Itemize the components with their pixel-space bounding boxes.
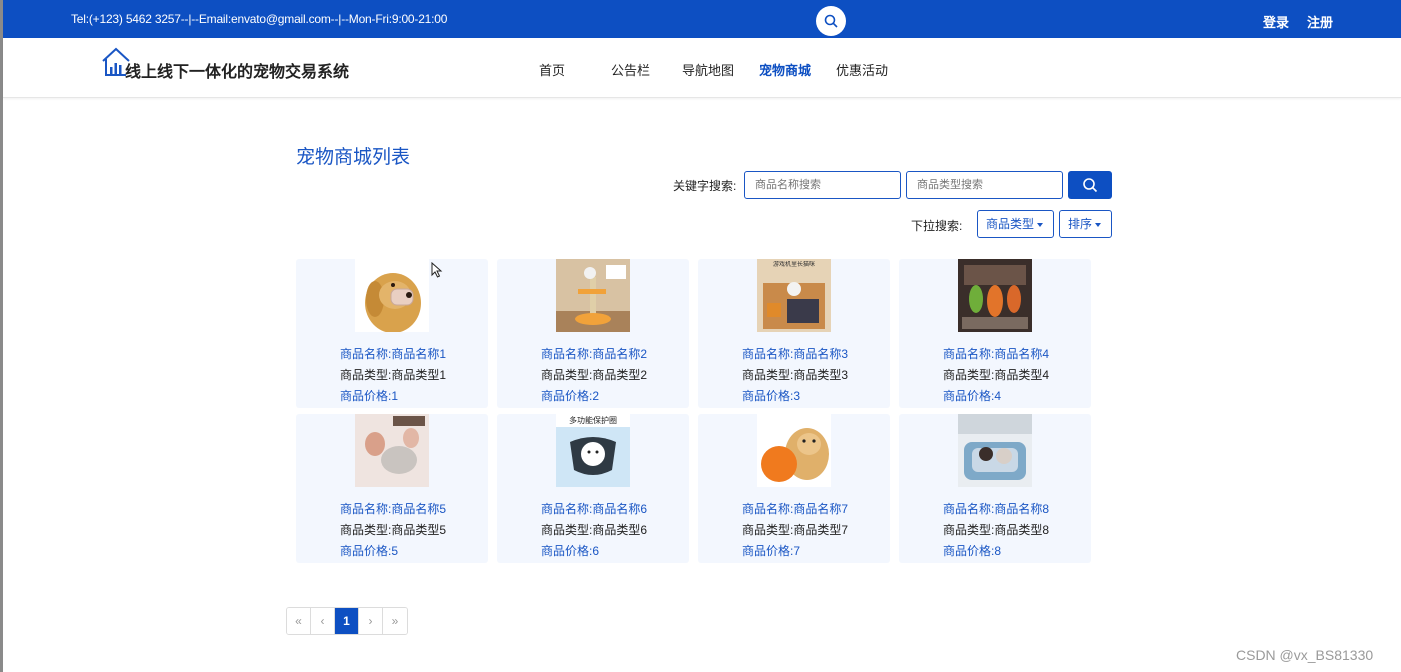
login-link[interactable]: 登录: [1263, 12, 1289, 31]
nav-pet-store[interactable]: 宠物商城: [759, 60, 811, 79]
top-bar: Tel:(+123) 5462 3257--|--Email:envato@gm…: [3, 0, 1401, 38]
product-type: 商品类型:商品类型3: [742, 368, 849, 382]
contact-info: Tel:(+123) 5462 3257--|--Email:envato@gm…: [71, 12, 448, 26]
mouse-pointer-icon: [431, 262, 443, 278]
page-title: 宠物商城列表: [296, 147, 411, 168]
product-name[interactable]: 商品名称:商品名称6: [541, 500, 647, 517]
product-type-dropdown-label: 商品类型: [986, 217, 1035, 231]
product-price: 商品价格:2: [541, 389, 600, 403]
product-image[interactable]: [958, 414, 1032, 487]
search-icon: [824, 14, 838, 28]
product-type-search-input[interactable]: [906, 171, 1063, 199]
pagination: « ‹ 1 › »: [286, 607, 408, 635]
product-type: 商品类型:商品类型8: [943, 523, 1050, 537]
product-image[interactable]: [958, 259, 1032, 332]
page-number-current[interactable]: 1: [335, 608, 359, 634]
product-name[interactable]: 商品名称:商品名称4: [943, 345, 1049, 362]
product-name[interactable]: 商品名称:商品名称5: [340, 500, 446, 517]
product-grid: 商品名称:商品名称1 商品类型:商品类型1 商品价格:1 商品名称:商品名称2 …: [296, 259, 1096, 565]
product-card[interactable]: 商品名称:商品名称8 商品类型:商品类型8 商品价格:8: [899, 414, 1091, 563]
nav-announcements[interactable]: 公告栏: [611, 60, 650, 79]
caret-down-icon: [1037, 222, 1044, 227]
product-name[interactable]: 商品名称:商品名称8: [943, 500, 1049, 517]
product-card[interactable]: 商品名称:商品名称4 商品类型:商品类型4 商品价格:4: [899, 259, 1091, 408]
product-image[interactable]: 多功能保护圈: [556, 414, 630, 487]
keyword-search-label: 关键字搜索:: [673, 179, 737, 193]
product-price: 商品价格:6: [541, 544, 600, 558]
product-image-caption: 游戏机里长猫咪: [772, 262, 815, 268]
product-type-dropdown[interactable]: 商品类型: [977, 210, 1054, 238]
search-button[interactable]: [1068, 171, 1112, 199]
product-price: 商品价格:7: [742, 544, 801, 558]
nav-promotions[interactable]: 优惠活动: [836, 60, 888, 79]
product-card[interactable]: 商品名称:商品名称1 商品类型:商品类型1 商品价格:1: [296, 259, 488, 408]
search-icon: [1083, 178, 1098, 193]
sort-dropdown-label: 排序: [1068, 217, 1093, 231]
product-name[interactable]: 商品名称:商品名称2: [541, 345, 647, 362]
product-price: 商品价格:5: [340, 544, 399, 558]
product-type: 商品类型:商品类型5: [340, 523, 447, 537]
product-type: 商品类型:商品类型4: [943, 368, 1050, 382]
last-page-button[interactable]: »: [383, 608, 407, 634]
caret-down-icon: [1095, 222, 1102, 227]
product-card[interactable]: 商品名称:商品名称5 商品类型:商品类型5 商品价格:5: [296, 414, 488, 563]
top-search-button[interactable]: [816, 6, 846, 36]
next-page-button[interactable]: ›: [359, 608, 383, 634]
product-image[interactable]: [355, 259, 429, 332]
product-card[interactable]: 商品名称:商品名称2 商品类型:商品类型2 商品价格:2: [497, 259, 689, 408]
product-card[interactable]: 多功能保护圈 商品名称:商品名称6 商品类型:商品类型6 商品价格:6: [497, 414, 689, 563]
watermark: CSDN @vx_BS81330: [1236, 647, 1374, 663]
product-type: 商品类型:商品类型1: [340, 368, 447, 382]
dropdown-search-label: 下拉搜索:: [911, 219, 963, 233]
product-card[interactable]: 商品名称:商品名称7 商品类型:商品类型7 商品价格:7: [698, 414, 890, 563]
site-title[interactable]: 线上线下一体化的宠物交易系统: [125, 58, 349, 82]
prev-page-button[interactable]: ‹: [311, 608, 335, 634]
product-type: 商品类型:商品类型7: [742, 523, 849, 537]
product-name[interactable]: 商品名称:商品名称3: [742, 345, 848, 362]
product-name[interactable]: 商品名称:商品名称7: [742, 500, 848, 517]
product-name[interactable]: 商品名称:商品名称1: [340, 345, 446, 362]
nav-map[interactable]: 导航地图: [682, 60, 734, 79]
register-link[interactable]: 注册: [1307, 12, 1333, 31]
product-image[interactable]: [355, 414, 429, 487]
product-type: 商品类型:商品类型2: [541, 368, 648, 382]
nav-home[interactable]: 首页: [539, 60, 565, 79]
product-image-caption: 多功能保护圈: [569, 416, 617, 425]
product-image[interactable]: 游戏机里长猫咪: [757, 259, 831, 332]
product-card[interactable]: 游戏机里长猫咪 商品名称:商品名称3 商品类型:商品类型3 商品价格:3: [698, 259, 890, 408]
sort-dropdown[interactable]: 排序: [1059, 210, 1112, 238]
product-image[interactable]: [556, 259, 630, 332]
first-page-button[interactable]: «: [287, 608, 311, 634]
product-type: 商品类型:商品类型6: [541, 523, 648, 537]
product-price: 商品价格:8: [943, 544, 1002, 558]
site-header: 线上线下一体化的宠物交易系统 首页 公告栏 导航地图 宠物商城 优惠活动: [3, 38, 1401, 98]
product-price: 商品价格:3: [742, 389, 801, 403]
product-name-search-input[interactable]: [744, 171, 901, 199]
product-image[interactable]: [757, 414, 831, 487]
product-price: 商品价格:4: [943, 389, 1002, 403]
product-price: 商品价格:1: [340, 389, 399, 403]
